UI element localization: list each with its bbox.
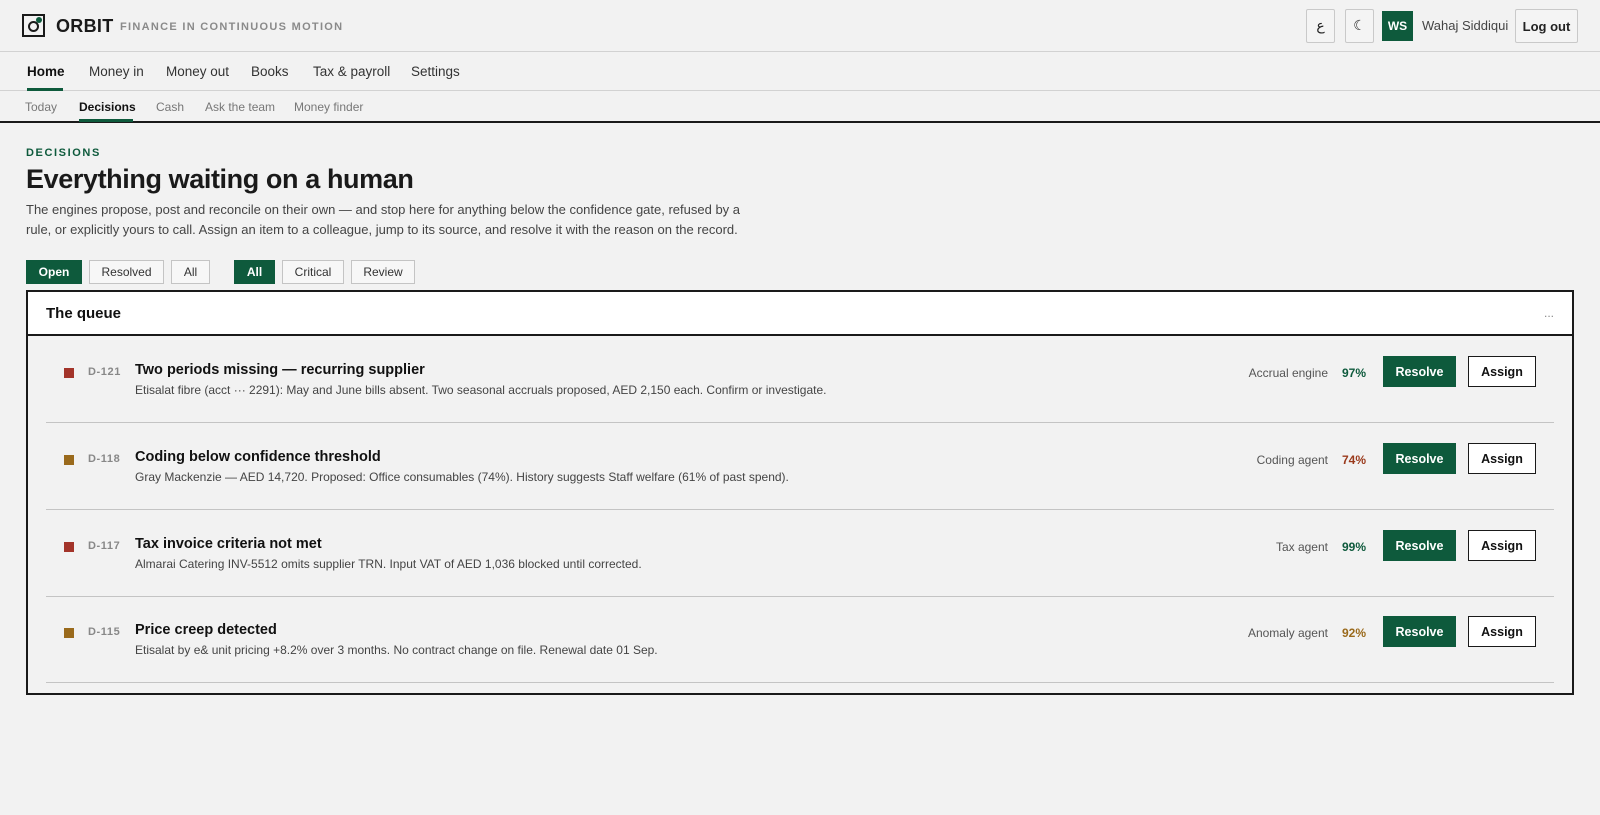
queue-header: The queue ...	[28, 292, 1572, 336]
confidence-score: 97%	[1342, 366, 1367, 380]
top-header: ORBIT FINANCE IN CONTINUOUS MOTION ع ☾ W…	[0, 0, 1600, 52]
resolve-button[interactable]: Resolve	[1383, 443, 1456, 474]
more-options-icon[interactable]: ...	[1544, 306, 1554, 320]
decision-description: Etisalat by e& unit pricing +8.2% over 3…	[135, 643, 658, 657]
confidence-score: 99%	[1342, 540, 1367, 554]
decision-description: Gray Mackenzie — AED 14,720. Proposed: O…	[135, 470, 789, 484]
page-title: Everything waiting on a human	[26, 164, 414, 194]
resolve-button[interactable]: Resolve	[1383, 530, 1456, 561]
resolve-button[interactable]: Resolve	[1383, 616, 1456, 647]
decision-agent: Coding agent	[1256, 453, 1328, 467]
decision-agent: Accrual engine	[1248, 366, 1328, 380]
nav-item-money-in[interactable]: Money in	[89, 64, 144, 79]
subnav-item-ask-the-team[interactable]: Ask the team	[205, 100, 275, 114]
assign-button[interactable]: Assign	[1468, 356, 1536, 387]
language-toggle-button[interactable]: ع	[1306, 9, 1335, 43]
decision-description: Almarai Catering INV-5512 omits supplier…	[135, 557, 642, 571]
assign-button[interactable]: Assign	[1468, 616, 1536, 647]
queue-row[interactable]: D-121 Two periods missing — recurring sup…	[46, 336, 1554, 423]
confidence-score: 92%	[1342, 626, 1367, 640]
filter-status-resolved[interactable]: Resolved	[89, 260, 164, 284]
severity-indicator	[64, 628, 74, 638]
assign-button[interactable]: Assign	[1468, 443, 1536, 474]
page-eyebrow: DECISIONS	[26, 147, 101, 159]
sub-nav: Today Decisions Cash Ask the team Money …	[0, 91, 1600, 123]
decision-title[interactable]: Tax invoice criteria not met	[135, 536, 322, 552]
theme-toggle-button[interactable]: ☾	[1345, 9, 1374, 43]
decision-id: D-115	[88, 626, 121, 638]
decision-id: D-118	[88, 453, 121, 465]
subnav-active-indicator	[79, 119, 133, 122]
page-description: The engines propose, post and reconcile …	[26, 202, 741, 237]
queue-title: The queue	[46, 305, 122, 322]
subnav-item-decisions[interactable]: Decisions	[79, 100, 136, 114]
queue-row[interactable]: D-115 Price creep detected Etisalat by e& …	[46, 596, 1554, 683]
filter-severity-review[interactable]: Review	[351, 260, 415, 284]
logout-button[interactable]: Log out	[1515, 9, 1578, 43]
subnav-item-money-finder[interactable]: Money finder	[294, 100, 363, 114]
user-name: Wahaj Siddiqui	[1422, 18, 1509, 33]
brand-name[interactable]: ORBIT	[56, 16, 114, 37]
filter-severity-critical[interactable]: Critical	[282, 260, 344, 284]
primary-nav: Home Money in Money out Books Tax & payr…	[0, 52, 1600, 91]
orbit-logo-icon[interactable]	[22, 14, 45, 37]
decision-title[interactable]: Two periods missing — recurring supplier	[135, 362, 425, 378]
confidence-score: 74%	[1342, 453, 1367, 467]
nav-item-money-out[interactable]: Money out	[166, 64, 229, 79]
filter-status-all[interactable]: All	[171, 260, 210, 284]
decision-title[interactable]: Coding below confidence threshold	[135, 449, 381, 465]
decision-agent: Anomaly agent	[1247, 626, 1328, 640]
severity-indicator	[64, 368, 74, 378]
avatar[interactable]: WS	[1382, 11, 1413, 41]
subnav-item-today[interactable]: Today	[25, 100, 57, 114]
severity-indicator	[64, 455, 74, 465]
subnav-item-cash[interactable]: Cash	[156, 100, 184, 114]
decision-id: D-121	[88, 366, 121, 378]
nav-item-home[interactable]: Home	[27, 64, 65, 79]
queue-row[interactable]: D-117 Tax invoice criteria not met Almarai…	[46, 510, 1554, 597]
decision-id: D-117	[88, 540, 121, 552]
nav-item-books[interactable]: Books	[251, 64, 289, 79]
queue-panel: The queue ... D-121 Two periods missing —…	[26, 290, 1574, 695]
nav-item-tax-payroll[interactable]: Tax & payroll	[313, 64, 390, 79]
queue-row[interactable]: D-118 Coding below confidence threshold Gr…	[46, 423, 1554, 510]
moon-icon: ☾	[1353, 18, 1366, 34]
brand-tagline: FINANCE IN CONTINUOUS MOTION	[120, 21, 344, 33]
decision-title[interactable]: Price creep detected	[135, 622, 277, 638]
filter-status-open[interactable]: Open	[26, 260, 82, 284]
assign-button[interactable]: Assign	[1468, 530, 1536, 561]
decision-agent: Tax agent	[1275, 540, 1328, 554]
resolve-button[interactable]: Resolve	[1383, 356, 1456, 387]
filter-severity-all[interactable]: All	[234, 260, 275, 284]
severity-indicator	[64, 542, 74, 552]
decision-description: Etisalat fibre (acct ··· 2291): May and …	[135, 383, 827, 397]
nav-item-settings[interactable]: Settings	[411, 64, 460, 79]
